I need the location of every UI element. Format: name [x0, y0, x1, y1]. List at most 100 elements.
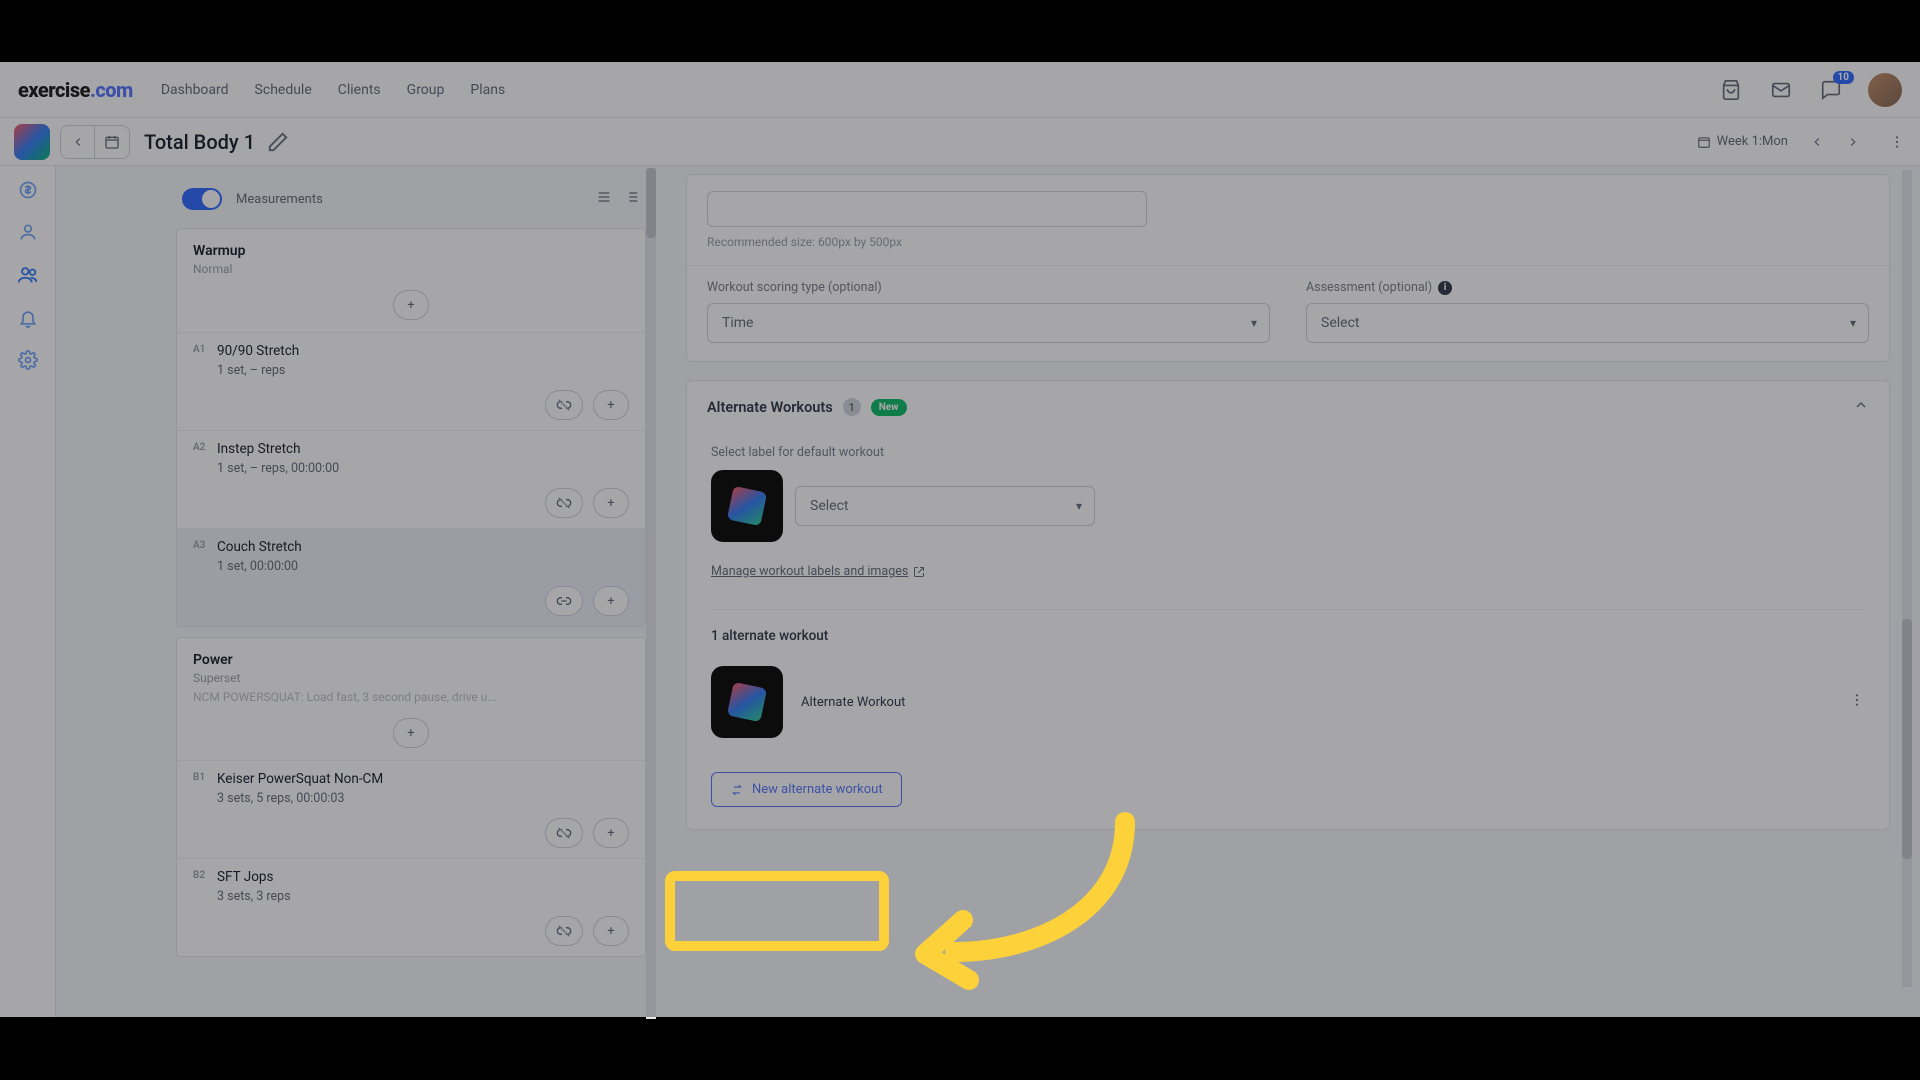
block-subtitle: Normal [193, 262, 629, 276]
more-menu-button[interactable] [1882, 127, 1912, 157]
rail-group-icon[interactable] [17, 264, 39, 290]
edit-title-icon[interactable] [265, 129, 291, 155]
info-icon[interactable]: i [1438, 281, 1452, 295]
unlink-icon[interactable] [545, 488, 583, 518]
scoring-type-select[interactable]: Time [707, 303, 1270, 343]
top-nav: exercise.com Dashboard Schedule Clients … [0, 62, 1920, 118]
exercise-row[interactable]: B1 Keiser PowerSquat Non-CM 3 sets, 5 re… [177, 760, 645, 810]
exercise-detail: 1 set, – reps, 00:00:00 [217, 461, 629, 476]
block-title: Warmup [193, 243, 629, 259]
add-set-button[interactable]: + [593, 586, 629, 616]
exercise-code: B1 [193, 772, 205, 783]
block-subtitle: Superset [193, 671, 629, 685]
default-workout-thumb [711, 470, 783, 542]
rail-gear-icon[interactable] [18, 350, 38, 374]
exercise-detail: 1 set, 00:00:00 [217, 559, 629, 574]
alternate-title: Alternate Workouts [707, 399, 833, 416]
manage-labels-link[interactable]: Manage workout labels and images [711, 564, 925, 579]
exercise-name: Couch Stretch [217, 539, 629, 555]
alternate-workout-item[interactable]: Alternate Workout [711, 660, 1865, 744]
scoring-type-label: Workout scoring type (optional) [707, 280, 1270, 295]
reorder-icon[interactable] [624, 189, 640, 209]
image-size-hint: Recommended size: 600px by 500px [707, 235, 1869, 249]
image-upload-placeholder[interactable] [707, 191, 1147, 227]
exercise-row[interactable]: A3 Couch Stretch 1 set, 00:00:00 [177, 528, 645, 578]
add-exercise-button[interactable]: + [393, 718, 429, 748]
brand-logo: exercise.com [18, 78, 133, 102]
exercise-row[interactable]: A2 Instep Stretch 1 set, – reps, 00:00:0… [177, 430, 645, 480]
week-selector[interactable]: Week 1:Mon [1697, 134, 1788, 149]
image-card: Recommended size: 600px by 500px Workout… [686, 174, 1890, 362]
app-logo-square [14, 124, 50, 160]
exercise-code: A1 [193, 344, 205, 355]
page-title: Total Body 1 [144, 130, 255, 154]
settings-column: Recommended size: 600px by 500px Workout… [646, 166, 1920, 1017]
back-button[interactable] [61, 126, 95, 158]
block-warmup: Warmup Normal + A1 90/90 Stretch 1 set, … [176, 228, 646, 627]
alternate-workout-thumb [711, 666, 783, 738]
add-set-button[interactable]: + [593, 916, 629, 946]
unlink-icon[interactable] [545, 916, 583, 946]
chat-icon[interactable]: 10 [1818, 77, 1844, 103]
new-tag: New [871, 399, 907, 416]
week-label: Week 1:Mon [1717, 134, 1788, 149]
exercise-code: A3 [193, 540, 205, 551]
nav-clients[interactable]: Clients [338, 82, 381, 98]
unlink-icon[interactable] [545, 818, 583, 848]
nav-plans[interactable]: Plans [470, 82, 505, 98]
block-title: Power [193, 652, 629, 668]
nav-group[interactable]: Group [407, 82, 445, 98]
collapse-icon[interactable] [1853, 397, 1869, 417]
unlink-icon[interactable] [545, 390, 583, 420]
default-label-text: Select label for default workout [711, 445, 1865, 460]
measurements-toggle[interactable] [182, 188, 222, 210]
side-rail [0, 166, 56, 1017]
prev-day-button[interactable] [1802, 127, 1832, 157]
nav-links: Dashboard Schedule Clients Group Plans [161, 82, 505, 98]
alternate-list-heading: 1 alternate workout [711, 628, 1865, 644]
add-set-button[interactable]: + [593, 488, 629, 518]
rail-user-icon[interactable] [18, 222, 38, 246]
default-label-select[interactable]: Select [795, 486, 1095, 526]
subheader: Total Body 1 Week 1:Mon [0, 118, 1920, 166]
exercise-row[interactable]: B2 SFT Jops 3 sets, 3 reps [177, 858, 645, 908]
shopping-bag-icon[interactable] [1718, 77, 1744, 103]
alternate-item-more-icon[interactable] [1849, 692, 1865, 712]
brand-text-b: .com [90, 78, 133, 102]
notification-badge: 10 [1833, 71, 1854, 84]
exercise-row[interactable]: A1 90/90 Stretch 1 set, – reps [177, 332, 645, 382]
alternate-count: 1 [843, 398, 861, 416]
next-day-button[interactable] [1838, 127, 1868, 157]
alternate-workouts-card: Alternate Workouts 1 New Select label fo… [686, 380, 1890, 830]
assessment-label: Assessment (optional) [1306, 280, 1432, 295]
exercise-detail: 1 set, – reps [217, 363, 629, 378]
calendar-button[interactable] [95, 126, 129, 158]
block-description: NCM POWERSQUAT: Load fast, 3 second paus… [193, 690, 629, 704]
list-icon[interactable] [596, 189, 612, 209]
measurements-label: Measurements [236, 192, 323, 207]
rail-money-icon[interactable] [18, 180, 38, 204]
link-icon[interactable] [545, 586, 583, 616]
rail-bell-icon[interactable] [18, 308, 38, 332]
assessment-select[interactable]: Select [1306, 303, 1869, 343]
brand-text-a: exercise [18, 78, 90, 102]
add-exercise-button[interactable]: + [393, 290, 429, 320]
add-set-button[interactable]: + [593, 390, 629, 420]
alternate-workout-name: Alternate Workout [801, 695, 905, 710]
exercise-detail: 3 sets, 5 reps, 00:00:03 [217, 791, 629, 806]
exercise-list-column: Measurements Warmup Normal + A1 90/90 St… [56, 166, 646, 1017]
right-scrollbar[interactable] [1902, 170, 1912, 987]
mail-icon[interactable] [1768, 77, 1794, 103]
exercise-detail: 3 sets, 3 reps [217, 889, 629, 904]
nav-schedule[interactable]: Schedule [255, 82, 312, 98]
new-alternate-workout-button[interactable]: New alternate workout [711, 772, 902, 807]
exercise-name: Keiser PowerSquat Non-CM [217, 771, 629, 787]
user-avatar[interactable] [1868, 73, 1902, 107]
block-power: Power Superset NCM POWERSQUAT: Load fast… [176, 637, 646, 957]
exercise-name: 90/90 Stretch [217, 343, 629, 359]
nav-dashboard[interactable]: Dashboard [161, 82, 229, 98]
exercise-code: A2 [193, 442, 205, 453]
add-set-button[interactable]: + [593, 818, 629, 848]
exercise-name: Instep Stretch [217, 441, 629, 457]
exercise-code: B2 [193, 870, 205, 881]
